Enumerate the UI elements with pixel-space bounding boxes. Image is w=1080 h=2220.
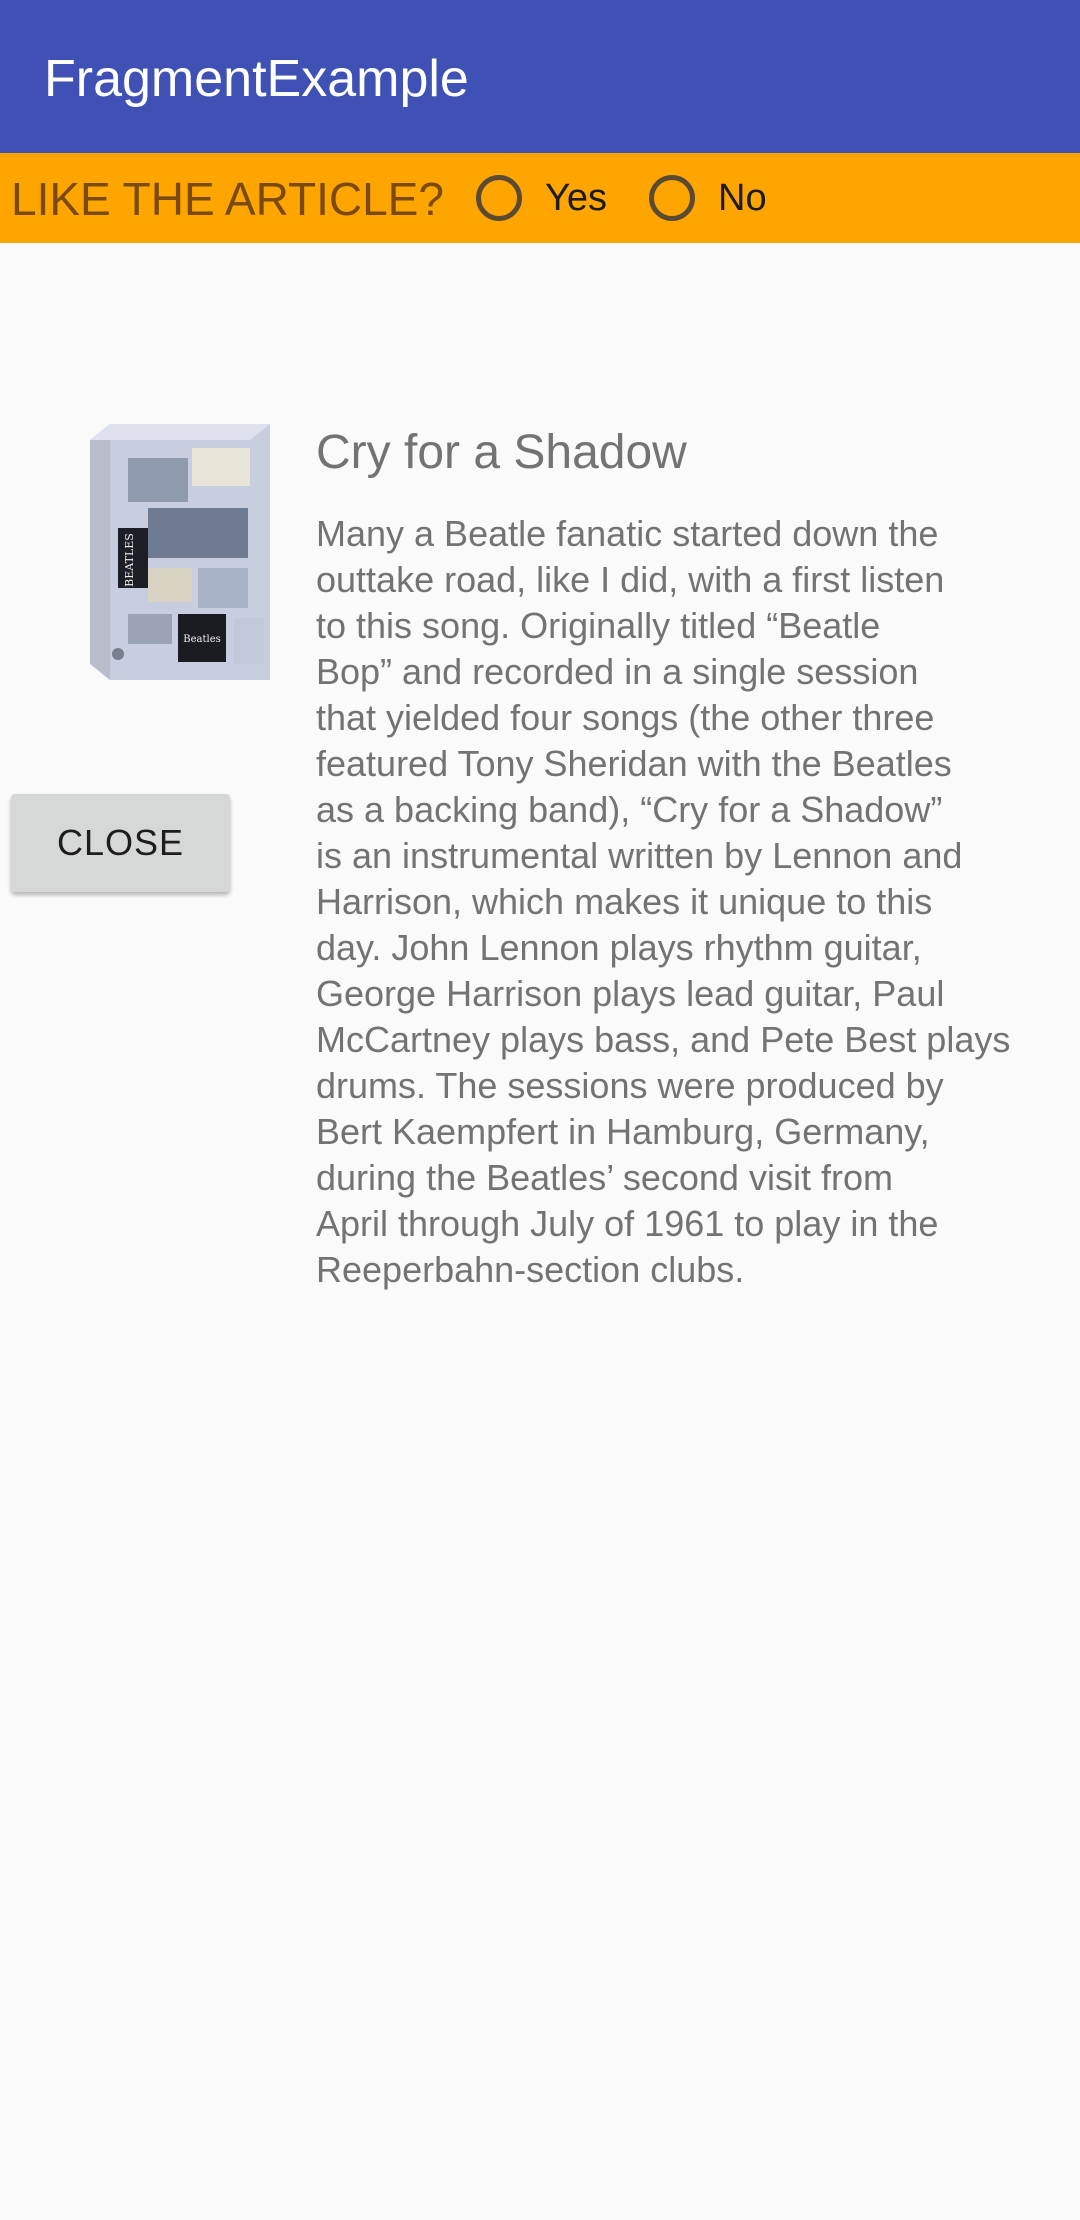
app-title: FragmentExample bbox=[44, 50, 469, 108]
article-body-line: Bop” and recorded in a single session bbox=[316, 651, 919, 692]
radio-yes-label: Yes bbox=[545, 176, 607, 219]
like-article-bar: LIKE THE ARTICLE? Yes No bbox=[0, 153, 1080, 243]
article-body-line: Harrison, which makes it unique to this bbox=[316, 881, 933, 922]
like-article-label: LIKE THE ARTICLE? bbox=[11, 173, 444, 225]
album-box-image: BEATLES Beatles bbox=[90, 424, 270, 680]
article-body-line: April through July of 1961 to play in th… bbox=[316, 1203, 939, 1244]
box-side bbox=[90, 424, 110, 680]
article-body-line: Reeperbahn-section clubs. bbox=[316, 1249, 745, 1290]
radio-no-label: No bbox=[718, 176, 767, 219]
article-body-line: McCartney plays bass, and Pete Best play… bbox=[316, 1019, 1011, 1060]
article-body-line: George Harrison plays lead guitar, Paul bbox=[316, 973, 945, 1014]
app-bar: FragmentExample bbox=[0, 0, 1080, 153]
article-body-line: is an instrumental written by Lennon and bbox=[316, 835, 963, 876]
close-button[interactable]: CLOSE bbox=[11, 794, 230, 892]
radio-no[interactable]: No bbox=[647, 168, 767, 228]
article-body: Many a Beatle fanatic started down the o… bbox=[316, 511, 1076, 1293]
article-body-line: outtake road, like I did, with a first l… bbox=[316, 559, 945, 600]
article-body-line: that yielded four songs (the other three bbox=[316, 697, 935, 738]
article-body-line: as a backing band), “Cry for a Shadow” bbox=[316, 789, 943, 830]
radio-circle-icon bbox=[649, 175, 695, 221]
box-top bbox=[90, 424, 270, 440]
article-body-line: featured Tony Sheridan with the Beatles bbox=[316, 743, 952, 784]
article-title: Cry for a Shadow bbox=[316, 426, 687, 479]
article-body-line: during the Beatles’ second visit from bbox=[316, 1157, 893, 1198]
svg-text:Beatles: Beatles bbox=[183, 634, 221, 645]
article-body-line: Bert Kaempfert in Hamburg, Germany, bbox=[316, 1111, 930, 1152]
radio-circle-icon bbox=[476, 175, 522, 221]
radio-yes[interactable]: Yes bbox=[474, 168, 607, 228]
svg-text:BEATLES: BEATLES bbox=[123, 533, 136, 587]
article-body-line: Many a Beatle fanatic started down the bbox=[316, 513, 939, 554]
article-body-line: to this song. Originally titled “Beatle bbox=[316, 605, 881, 646]
article-body-line: day. John Lennon plays rhythm guitar, bbox=[316, 927, 922, 968]
article-body-line: drums. The sessions were produced by bbox=[316, 1065, 944, 1106]
